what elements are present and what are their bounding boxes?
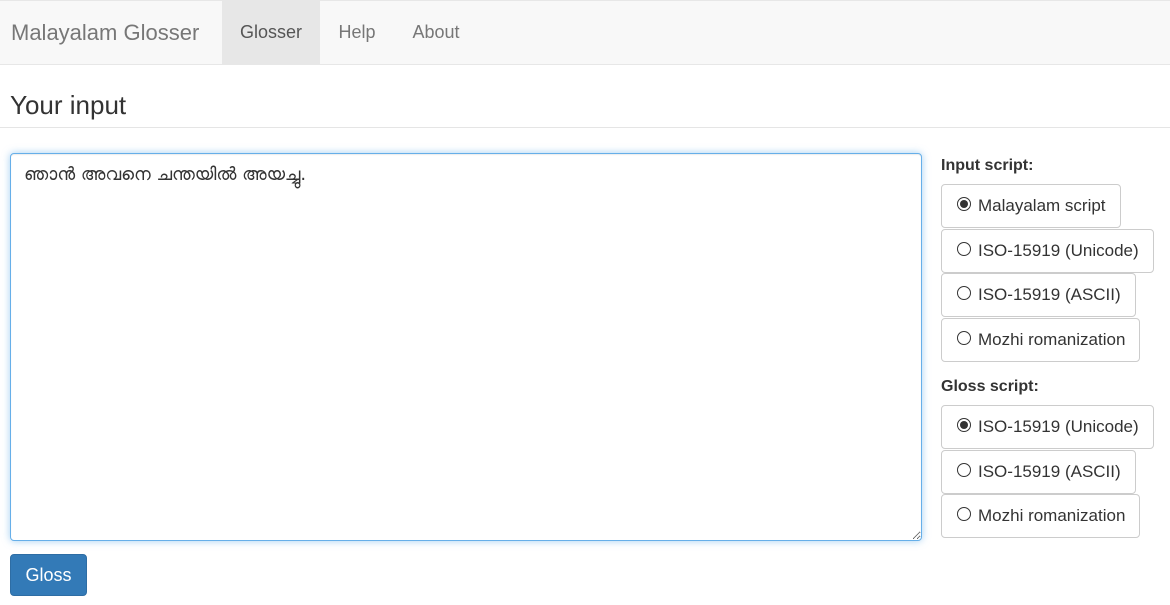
nav-tab-glosser[interactable]: Glosser (222, 1, 320, 64)
page-title: Your input (10, 90, 127, 120)
input-script-option-malayalam[interactable]: Malayalam script (941, 184, 1121, 228)
input-area (10, 153, 922, 541)
option-label: ISO-15919 (ASCII) (978, 461, 1121, 481)
brand-link[interactable]: Malayalam Glosser (0, 1, 222, 64)
input-script-option-iso-ascii[interactable]: ISO-15919 (ASCII) (941, 273, 1136, 317)
option-label: Mozhi romanization (978, 506, 1126, 525)
input-script-option-iso-unicode[interactable]: ISO-15919 (Unicode) (941, 228, 1154, 273)
radio-checked-icon[interactable] (957, 197, 971, 211)
input-script-option-mozhi[interactable]: Mozhi romanization (941, 317, 1141, 362)
radio-checked-icon[interactable] (957, 418, 971, 432)
malayalam-input-textarea[interactable] (10, 153, 922, 541)
radio-unchecked-icon[interactable] (957, 330, 971, 345)
option-label: ISO-15919 (Unicode) (978, 417, 1139, 436)
option-label: ISO-15919 (Unicode) (978, 240, 1139, 260)
gloss-script-option-iso-unicode[interactable]: ISO-15919 (Unicode) (941, 405, 1154, 449)
divider (0, 127, 1170, 128)
option-label: Malayalam script (978, 196, 1106, 215)
gloss-script-option-iso-ascii[interactable]: ISO-15919 (ASCII) (941, 449, 1136, 494)
radio-unchecked-icon[interactable] (957, 462, 971, 477)
script-options-panel: Input script: Malayalam script ISO-15919… (941, 155, 1170, 539)
gloss-script-label: Gloss script: (941, 378, 1039, 395)
radio-unchecked-icon[interactable] (957, 507, 971, 521)
gloss-button[interactable]: Gloss (10, 554, 87, 596)
radio-unchecked-icon[interactable] (957, 241, 971, 256)
option-label: Mozhi romanization (978, 329, 1126, 349)
gloss-script-option-mozhi[interactable]: Mozhi romanization (941, 494, 1141, 538)
option-label: ISO-15919 (ASCII) (978, 285, 1121, 304)
radio-unchecked-icon[interactable] (957, 286, 971, 300)
nav-tab-help[interactable]: Help (320, 1, 394, 64)
navbar: Malayalam Glosser Glosser Help About (0, 0, 1170, 65)
input-script-label: Input script: (941, 157, 1034, 174)
nav-tab-about[interactable]: About (394, 1, 478, 64)
